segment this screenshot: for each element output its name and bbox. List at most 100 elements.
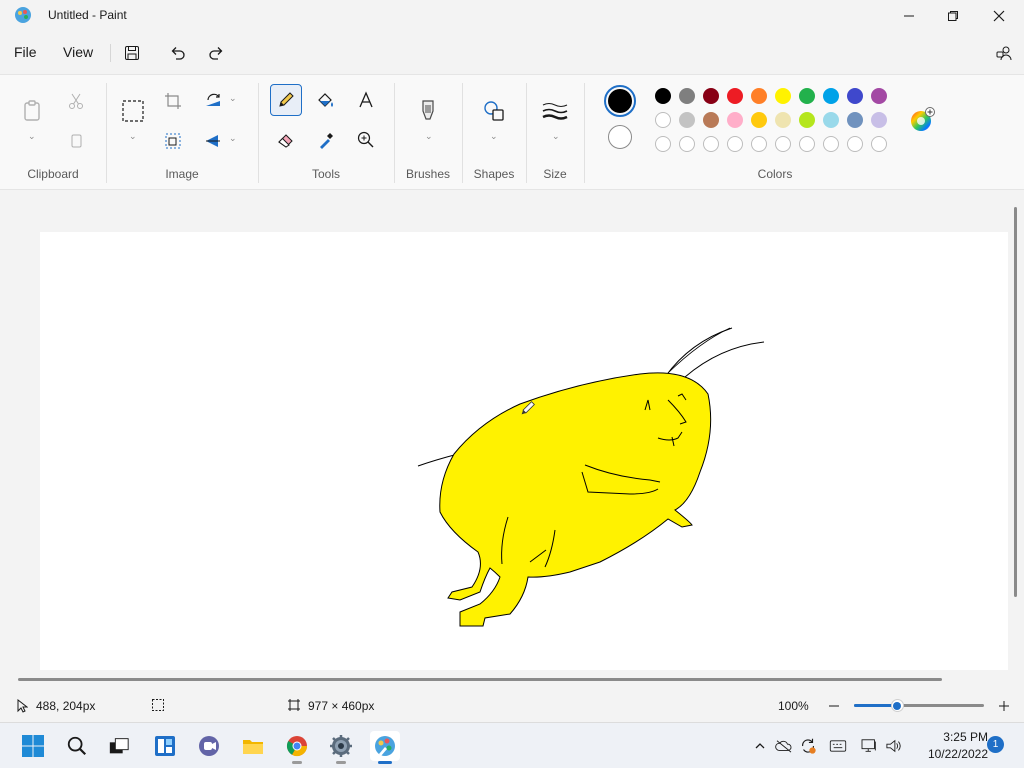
custom-color-slot[interactable] xyxy=(823,136,839,152)
color-swatch[interactable] xyxy=(823,112,839,128)
search-button[interactable] xyxy=(62,731,92,761)
color-swatch[interactable] xyxy=(799,112,815,128)
file-explorer-button[interactable] xyxy=(238,731,268,761)
color-swatch[interactable] xyxy=(751,88,767,104)
horizontal-scrollbar[interactable] xyxy=(18,678,942,681)
eraser-tool-button[interactable] xyxy=(270,124,302,156)
custom-color-slot[interactable] xyxy=(679,136,695,152)
color-swatch[interactable] xyxy=(871,112,887,128)
onedrive-button[interactable] xyxy=(774,736,794,756)
custom-color-slot[interactable] xyxy=(871,136,887,152)
color-swatch[interactable] xyxy=(727,112,743,128)
restore-button[interactable] xyxy=(930,0,976,32)
rotate-button[interactable] xyxy=(197,85,229,117)
color-swatch[interactable] xyxy=(751,112,767,128)
paste-button[interactable] xyxy=(16,95,48,127)
crop-button[interactable] xyxy=(157,85,189,117)
chrome-button[interactable] xyxy=(282,731,312,761)
color-swatch[interactable] xyxy=(727,88,743,104)
rotate-icon xyxy=(206,93,220,106)
color-swatch[interactable] xyxy=(823,88,839,104)
copy-button[interactable] xyxy=(60,125,92,157)
color-swatch[interactable] xyxy=(871,88,887,104)
shapes-button[interactable] xyxy=(478,95,510,127)
zoom-level[interactable]: 100% xyxy=(778,699,809,713)
brushes-chevron-down-icon[interactable]: ⌄ xyxy=(425,131,433,142)
custom-color-slot[interactable] xyxy=(655,136,671,152)
start-button[interactable] xyxy=(18,731,48,761)
shapes-chevron-down-icon[interactable]: ⌄ xyxy=(490,131,498,142)
plus-icon xyxy=(999,701,1009,711)
custom-color-slot[interactable] xyxy=(775,136,791,152)
color-swatch[interactable] xyxy=(775,112,791,128)
show-hidden-icons-button[interactable] xyxy=(750,736,770,756)
select-button[interactable] xyxy=(117,95,149,127)
save-button[interactable] xyxy=(118,40,146,66)
size-chevron-down-icon[interactable]: ⌄ xyxy=(552,131,560,142)
vertical-scrollbar[interactable] xyxy=(1014,207,1017,597)
keyboard-button[interactable] xyxy=(828,736,848,756)
resize-button[interactable] xyxy=(157,125,189,157)
paste-chevron-down-icon[interactable]: ⌄ xyxy=(28,131,36,142)
magnifier-tool-button[interactable] xyxy=(350,124,382,156)
select-chevron-down-icon[interactable]: ⌄ xyxy=(129,131,137,142)
brushes-button[interactable] xyxy=(412,95,444,127)
color-swatch[interactable] xyxy=(775,88,791,104)
account-button[interactable] xyxy=(990,40,1018,66)
size-label: Size xyxy=(543,167,567,181)
color-swatch[interactable] xyxy=(655,88,671,104)
cursor-position: 488, 204px xyxy=(36,699,96,713)
menu-view[interactable]: View xyxy=(63,44,93,60)
paint-taskbar-button[interactable] xyxy=(370,731,400,761)
teams-chat-button[interactable] xyxy=(194,731,224,761)
color-swatch[interactable] xyxy=(799,88,815,104)
size-button[interactable] xyxy=(539,95,571,127)
custom-color-slot[interactable] xyxy=(727,136,743,152)
menu-file[interactable]: File xyxy=(14,44,37,60)
eraser-icon xyxy=(278,134,293,148)
color-swatch[interactable] xyxy=(847,112,863,128)
color-swatch[interactable] xyxy=(679,88,695,104)
close-button[interactable] xyxy=(976,0,1022,32)
zoom-out-button[interactable] xyxy=(826,698,842,714)
task-view-button[interactable] xyxy=(104,731,134,761)
color-swatch[interactable] xyxy=(847,88,863,104)
color-picker-tool-button[interactable] xyxy=(310,124,342,156)
text-tool-button[interactable] xyxy=(350,84,382,116)
zoom-slider-thumb[interactable] xyxy=(890,699,904,712)
fill-tool-button[interactable] xyxy=(310,84,342,116)
cloud-offline-icon xyxy=(775,740,792,753)
zoom-slider[interactable] xyxy=(854,699,984,712)
clock-date: 10/22/2022 xyxy=(927,747,988,761)
flip-button[interactable] xyxy=(197,125,229,157)
minimize-button[interactable] xyxy=(886,0,932,32)
redo-button[interactable] xyxy=(202,40,230,66)
flip-chevron-down-icon[interactable]: ⌄ xyxy=(229,133,237,144)
color-swatch[interactable] xyxy=(679,112,695,128)
pencil-tool-button[interactable] xyxy=(270,84,302,116)
rotate-chevron-down-icon[interactable]: ⌄ xyxy=(229,93,237,104)
custom-color-slot[interactable] xyxy=(751,136,767,152)
network-button[interactable] xyxy=(860,736,880,756)
notification-badge[interactable]: 1 xyxy=(987,736,1004,753)
save-icon xyxy=(125,46,139,60)
zoom-in-button[interactable] xyxy=(996,698,1012,714)
update-status-button[interactable] xyxy=(798,736,818,756)
cut-button[interactable] xyxy=(60,85,92,117)
speaker-icon xyxy=(886,739,901,753)
edit-colors-button[interactable] xyxy=(909,107,935,133)
color-swatch[interactable] xyxy=(703,112,719,128)
settings-button[interactable] xyxy=(326,731,356,761)
custom-color-slot[interactable] xyxy=(703,136,719,152)
primary-color-button[interactable] xyxy=(604,85,636,117)
color-swatch[interactable] xyxy=(655,112,671,128)
widgets-button[interactable] xyxy=(150,731,180,761)
color-swatch[interactable] xyxy=(703,88,719,104)
custom-color-slot[interactable] xyxy=(799,136,815,152)
drawing-canvas[interactable] xyxy=(40,232,1008,670)
custom-color-slot[interactable] xyxy=(847,136,863,152)
undo-button[interactable] xyxy=(164,40,192,66)
volume-button[interactable] xyxy=(884,736,904,756)
secondary-color-button[interactable] xyxy=(608,125,632,149)
brush-icon xyxy=(422,100,434,120)
